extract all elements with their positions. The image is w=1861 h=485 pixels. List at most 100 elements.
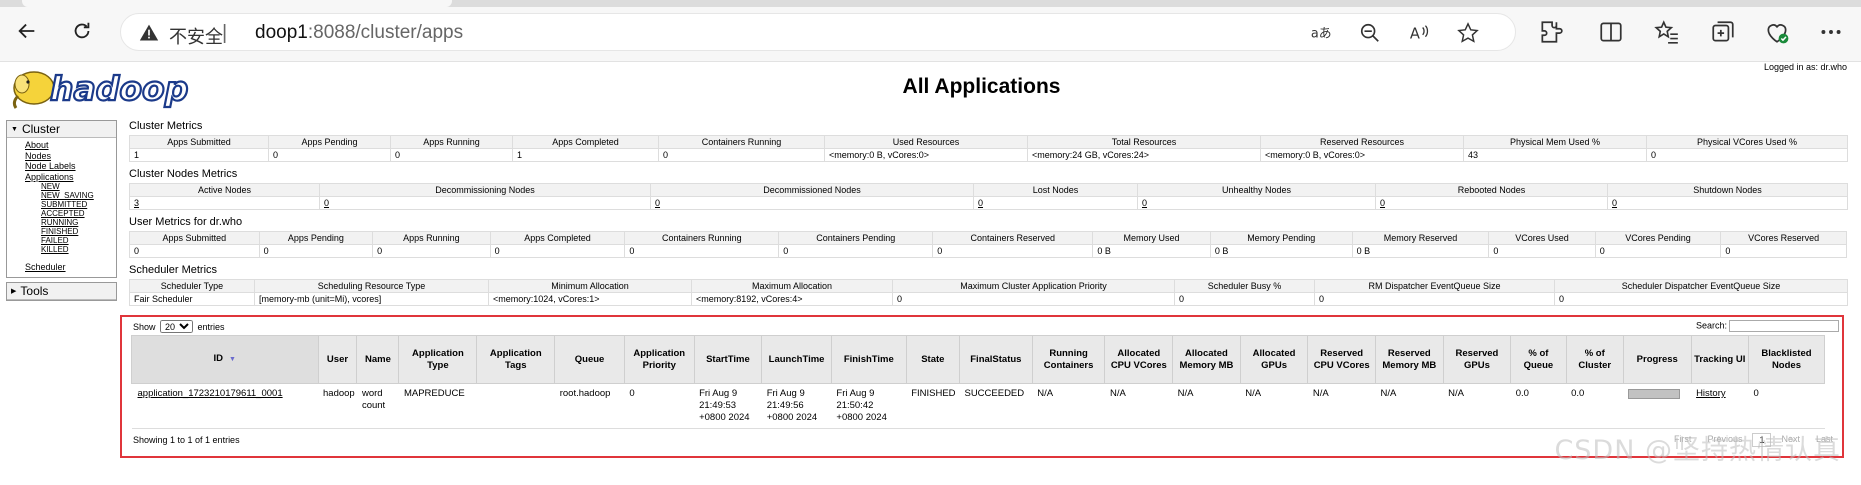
metric-value: 43 (1463, 148, 1647, 162)
back-button[interactable] (12, 16, 42, 46)
metric-header: Scheduler Dispatcher EventQueue Size (1554, 279, 1848, 293)
cell-running-containers: N/A (1032, 383, 1105, 429)
progress-fill (1629, 390, 1680, 398)
sidebar-state-failed[interactable]: FAILED (25, 236, 116, 245)
logged-in-as: Logged in as: dr.who (1763, 62, 1847, 72)
col-alloc-vcores[interactable]: Allocated CPU VCores (1104, 335, 1174, 384)
svg-text:aあ: aあ (1311, 27, 1332, 42)
col-priority[interactable]: Application Priority (623, 335, 695, 384)
col-pct-queue[interactable]: % of Queue (1510, 335, 1567, 384)
read-aloud-aa-icon[interactable]: aあ (1310, 22, 1332, 44)
cell-res-gpus: N/A (1443, 383, 1511, 429)
col-start[interactable]: StartTime (693, 335, 763, 384)
extensions-icon[interactable] (1538, 19, 1564, 45)
cluster-menu: ▼ Cluster About Nodes Node Labels Applica… (6, 120, 117, 278)
sidebar-state-killed[interactable]: KILLED (25, 245, 116, 254)
search-input[interactable] (1729, 320, 1839, 332)
active-tab[interactable] (22, 0, 452, 7)
col-res-gpus[interactable]: Reserved GPUs (1442, 335, 1512, 384)
node-metrics-table: Active Nodes Decommissioning Nodes Decom… (129, 183, 1848, 210)
decommissioning-nodes-link[interactable]: 0 (324, 198, 329, 208)
col-launch[interactable]: LaunchTime (761, 335, 832, 384)
col-queue[interactable]: Queue (554, 335, 625, 384)
metric-value: 0 (624, 244, 780, 258)
col-alloc-mem[interactable]: Allocated Memory MB (1172, 335, 1241, 384)
cell-finish: Fri Aug 9 21:50:42 +0800 2024 (831, 383, 907, 429)
col-alloc-gpus[interactable]: Allocated GPUs (1239, 335, 1309, 384)
shutdown-nodes-link[interactable]: 0 (1612, 198, 1617, 208)
metric-header: Total Resources (1027, 135, 1261, 149)
metric-value: <memory:24 GB, vCores:24> (1027, 148, 1261, 162)
metric-header: Containers Pending (778, 231, 934, 245)
col-finish[interactable]: FinishTime (830, 335, 907, 384)
sidebar-state-accepted[interactable]: ACCEPTED (25, 209, 116, 218)
sidebar-link-scheduler[interactable]: Scheduler (25, 262, 116, 273)
col-id[interactable]: ID ▼ (131, 335, 319, 384)
address-bar[interactable]: 不安全 | doop1:8088/cluster/apps aあ A (120, 13, 1516, 51)
col-type[interactable]: Application Type (398, 335, 478, 384)
active-nodes-link[interactable]: 3 (134, 198, 139, 208)
sidebar-state-finished[interactable]: FINISHED (25, 227, 116, 236)
col-final-status[interactable]: FinalStatus (958, 335, 1033, 384)
sidebar-link-node-labels[interactable]: Node Labels (25, 161, 116, 172)
metric-value: 0 (268, 148, 391, 162)
metric-header: Apps Completed (489, 231, 626, 245)
col-id-label: ID (213, 353, 224, 364)
metric-value-cell: 0 (1375, 196, 1608, 210)
tools-menu-header[interactable]: ▶ Tools (7, 282, 116, 300)
metric-value: 1 (129, 148, 269, 162)
sidebar-state-new-saving[interactable]: NEW_SAVING (25, 191, 116, 200)
col-progress[interactable]: Progress (1622, 335, 1692, 384)
watermark: CSDN @坚持热情认真 (1554, 435, 1841, 466)
sidebar-state-submitted[interactable]: SUBMITTED (25, 200, 116, 209)
applications-table: ID ▼ User Name Application Type Applicati… (131, 335, 1826, 429)
cluster-menu-header[interactable]: ▼ Cluster (7, 121, 116, 138)
sidebar-link-about[interactable]: About (25, 140, 116, 151)
read-aloud-icon[interactable]: A (1408, 22, 1430, 44)
unhealthy-nodes-link[interactable]: 0 (1142, 198, 1147, 208)
search-label: Search: (1695, 320, 1727, 331)
metric-header: Scheduler Busy % (1174, 279, 1315, 293)
metric-header: Physical Mem Used % (1463, 135, 1647, 149)
col-tags[interactable]: Application Tags (476, 335, 556, 384)
sidebar-link-applications[interactable]: Applications (25, 172, 116, 183)
metric-value: 0 (1646, 148, 1848, 162)
split-screen-icon[interactable] (1598, 19, 1624, 45)
browser-essentials-icon[interactable] (1764, 19, 1790, 45)
col-res-vcores[interactable]: Reserved CPU VCores (1307, 335, 1376, 384)
col-name[interactable]: Name (356, 335, 400, 384)
col-tracking[interactable]: Tracking UI (1690, 335, 1749, 384)
url-text[interactable]: doop1:8088/cluster/apps (255, 22, 463, 44)
col-blacklisted[interactable]: Blacklisted Nodes (1747, 335, 1826, 384)
col-running-containers[interactable]: Running Containers (1031, 335, 1106, 384)
metric-header: Rebooted Nodes (1375, 183, 1608, 197)
refresh-icon (74, 22, 90, 39)
sidebar-link-nodes[interactable]: Nodes (25, 151, 116, 162)
col-user[interactable]: User (317, 335, 358, 384)
cell-id: application_1723210179611_0001 (131, 383, 319, 429)
metric-value: 0 (1314, 292, 1555, 306)
lost-nodes-link[interactable]: 0 (978, 198, 983, 208)
collections-icon[interactable] (1710, 19, 1736, 45)
more-icon[interactable] (1818, 19, 1844, 45)
warning-icon[interactable] (139, 23, 159, 43)
history-link[interactable]: History (1696, 388, 1726, 399)
decommissioned-nodes-link[interactable]: 0 (655, 198, 660, 208)
favorites-icon[interactable] (1654, 19, 1680, 45)
col-res-mem[interactable]: Reserved Memory MB (1374, 335, 1444, 384)
col-state[interactable]: State (905, 335, 960, 384)
metric-value-cell: 3 (129, 196, 320, 210)
application-id-link[interactable]: application_1723210179611_0001 (138, 388, 283, 399)
zoom-out-icon[interactable] (1359, 22, 1381, 44)
apps-header-row: ID ▼ User Name Application Type Applicati… (131, 335, 1826, 384)
favorite-star-icon[interactable] (1457, 22, 1479, 44)
page-size-select[interactable]: 20 (160, 320, 194, 333)
refresh-button[interactable] (67, 16, 97, 46)
metric-header: RM Dispatcher EventQueue Size (1314, 279, 1555, 293)
col-pct-cluster[interactable]: % of Cluster (1565, 335, 1624, 384)
metric-header: Decommissioning Nodes (319, 183, 651, 197)
sidebar-state-running[interactable]: RUNNING (25, 218, 116, 227)
sidebar-state-new[interactable]: NEW (25, 182, 116, 191)
insecure-label[interactable]: 不安全 (169, 23, 223, 49)
rebooted-nodes-link[interactable]: 0 (1380, 198, 1385, 208)
